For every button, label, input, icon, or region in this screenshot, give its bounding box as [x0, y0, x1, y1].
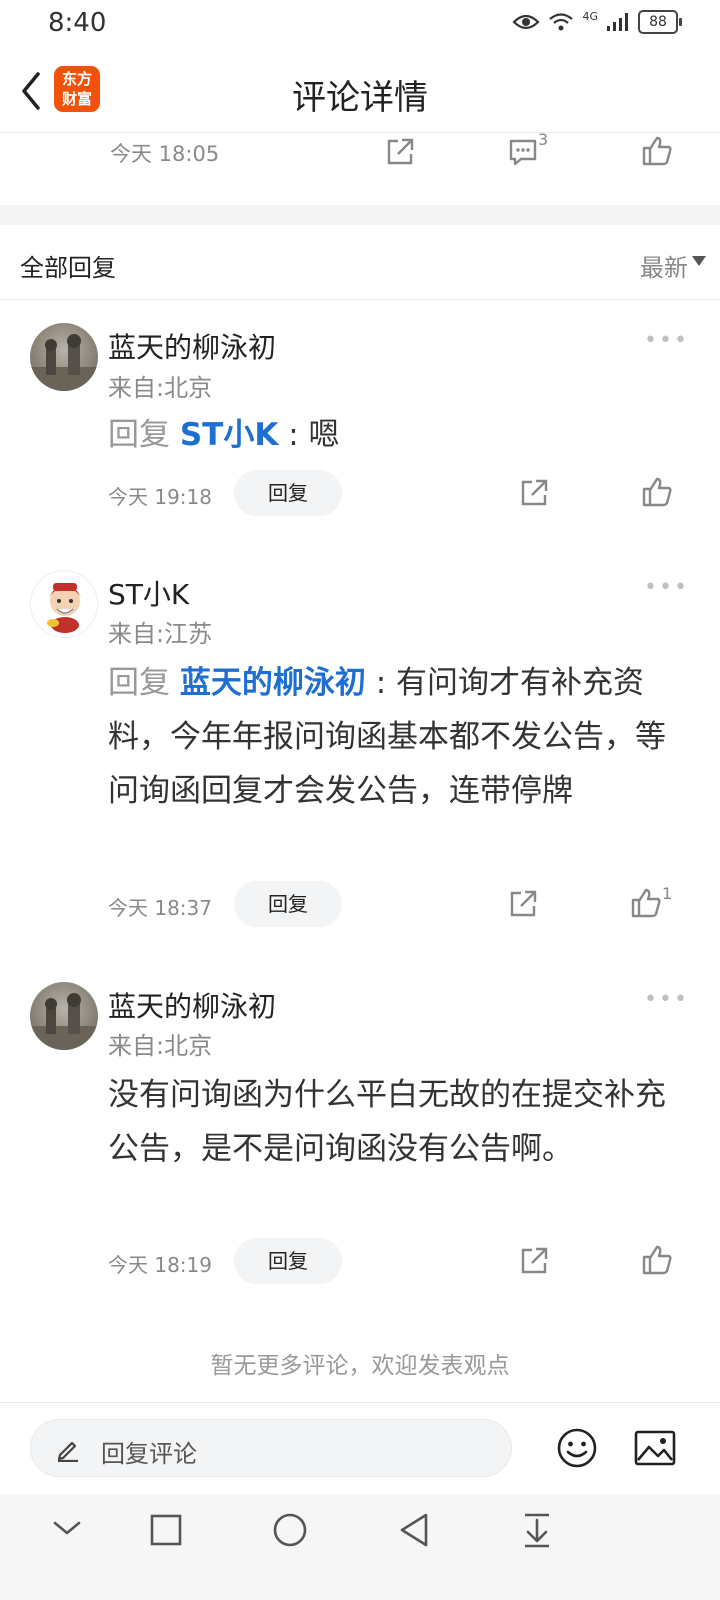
reply-content: 回复 蓝天的柳泳初 : 有问询才有补充资料，今年年报问询函基本都不发公告，等问询… [108, 656, 668, 818]
like-count: 1 [662, 884, 673, 903]
replies-title: 全部回复 [20, 254, 116, 282]
thumbs-up-icon[interactable] [640, 1243, 674, 1277]
share-icon[interactable] [384, 136, 416, 168]
separator: : [365, 665, 397, 701]
sort-select[interactable]: 最新 [640, 248, 688, 283]
recent-apps-icon[interactable] [150, 1514, 182, 1546]
header: 东方 财富 评论详情 [0, 52, 720, 133]
reply-button[interactable]: 回复 [234, 881, 342, 927]
no-more-comments: 暂无更多评论，欢迎发表观点 [210, 1353, 510, 1379]
chevron-down-icon[interactable] [52, 1518, 82, 1538]
battery-indicator: 88 [638, 10, 682, 34]
system-nav-bar [0, 1494, 720, 1600]
reply-button[interactable]: 回复 [234, 470, 342, 516]
wifi-icon [549, 13, 574, 31]
mention-link[interactable]: 蓝天的柳泳初 [180, 665, 366, 701]
location: 来自:北京 [108, 1032, 213, 1060]
eye-icon [512, 14, 541, 30]
separator: : [278, 417, 309, 453]
more-icon[interactable]: ••• [644, 328, 689, 353]
caret-down-icon[interactable] [692, 256, 706, 266]
reply-input-bar: 回复评论 [0, 1402, 720, 1495]
reply-text: 嗯 [308, 417, 340, 453]
more-icon[interactable]: ••• [644, 987, 689, 1012]
reply-content: 回复 ST小K : 嗯 [108, 408, 668, 462]
page-title: 评论详情 [292, 78, 428, 118]
image-icon[interactable] [634, 1429, 676, 1467]
avatar[interactable] [30, 570, 98, 638]
location: 来自:北京 [108, 374, 213, 402]
pencil-icon [57, 1441, 78, 1462]
username[interactable]: ST小K [108, 573, 189, 613]
share-icon[interactable] [518, 477, 550, 509]
reply-input-placeholder: 回复评论 [101, 1440, 197, 1468]
reply-prefix: 回复 [108, 665, 180, 701]
status-time: 8:40 [48, 8, 107, 38]
thumbs-up-icon[interactable] [640, 134, 674, 168]
divider [0, 299, 720, 300]
comment-count: 3 [538, 130, 549, 149]
username[interactable]: 蓝天的柳泳初 [108, 985, 276, 1025]
more-icon[interactable]: ••• [644, 575, 689, 600]
network-type: 4G [582, 10, 598, 23]
reply-time: 今天 19:18 [108, 485, 212, 509]
location: 来自:江苏 [108, 620, 213, 648]
thumbs-up-icon[interactable] [629, 886, 663, 920]
reply-content: 没有问询函为什么平白无故的在提交补充公告，是不是问询函没有公告啊。 [108, 1077, 666, 1167]
share-icon[interactable] [518, 1245, 550, 1277]
notification-pull-icon[interactable] [522, 1512, 552, 1548]
top-comment-time: 今天 18:05 [110, 142, 220, 166]
reply-button[interactable]: 回复 [234, 1238, 342, 1284]
reply-time: 今天 18:37 [108, 896, 212, 920]
username[interactable]: 蓝天的柳泳初 [108, 326, 276, 366]
section-separator [0, 205, 720, 225]
avatar[interactable] [30, 982, 98, 1050]
reply-prefix: 回复 [108, 417, 180, 453]
avatar[interactable] [30, 323, 98, 391]
mention-link[interactable]: ST小K [180, 417, 279, 453]
status-icons: 4G 88 [512, 10, 682, 34]
share-icon[interactable] [507, 888, 539, 920]
back-icon[interactable] [398, 1512, 430, 1548]
reply-input[interactable]: 回复评论 [30, 1419, 512, 1477]
emoji-icon[interactable] [556, 1427, 598, 1469]
signal-icon [607, 13, 628, 31]
reply-time: 今天 18:19 [108, 1253, 212, 1277]
comment-icon[interactable] [507, 136, 539, 168]
home-icon[interactable] [272, 1512, 308, 1548]
thumbs-up-icon[interactable] [640, 475, 674, 509]
